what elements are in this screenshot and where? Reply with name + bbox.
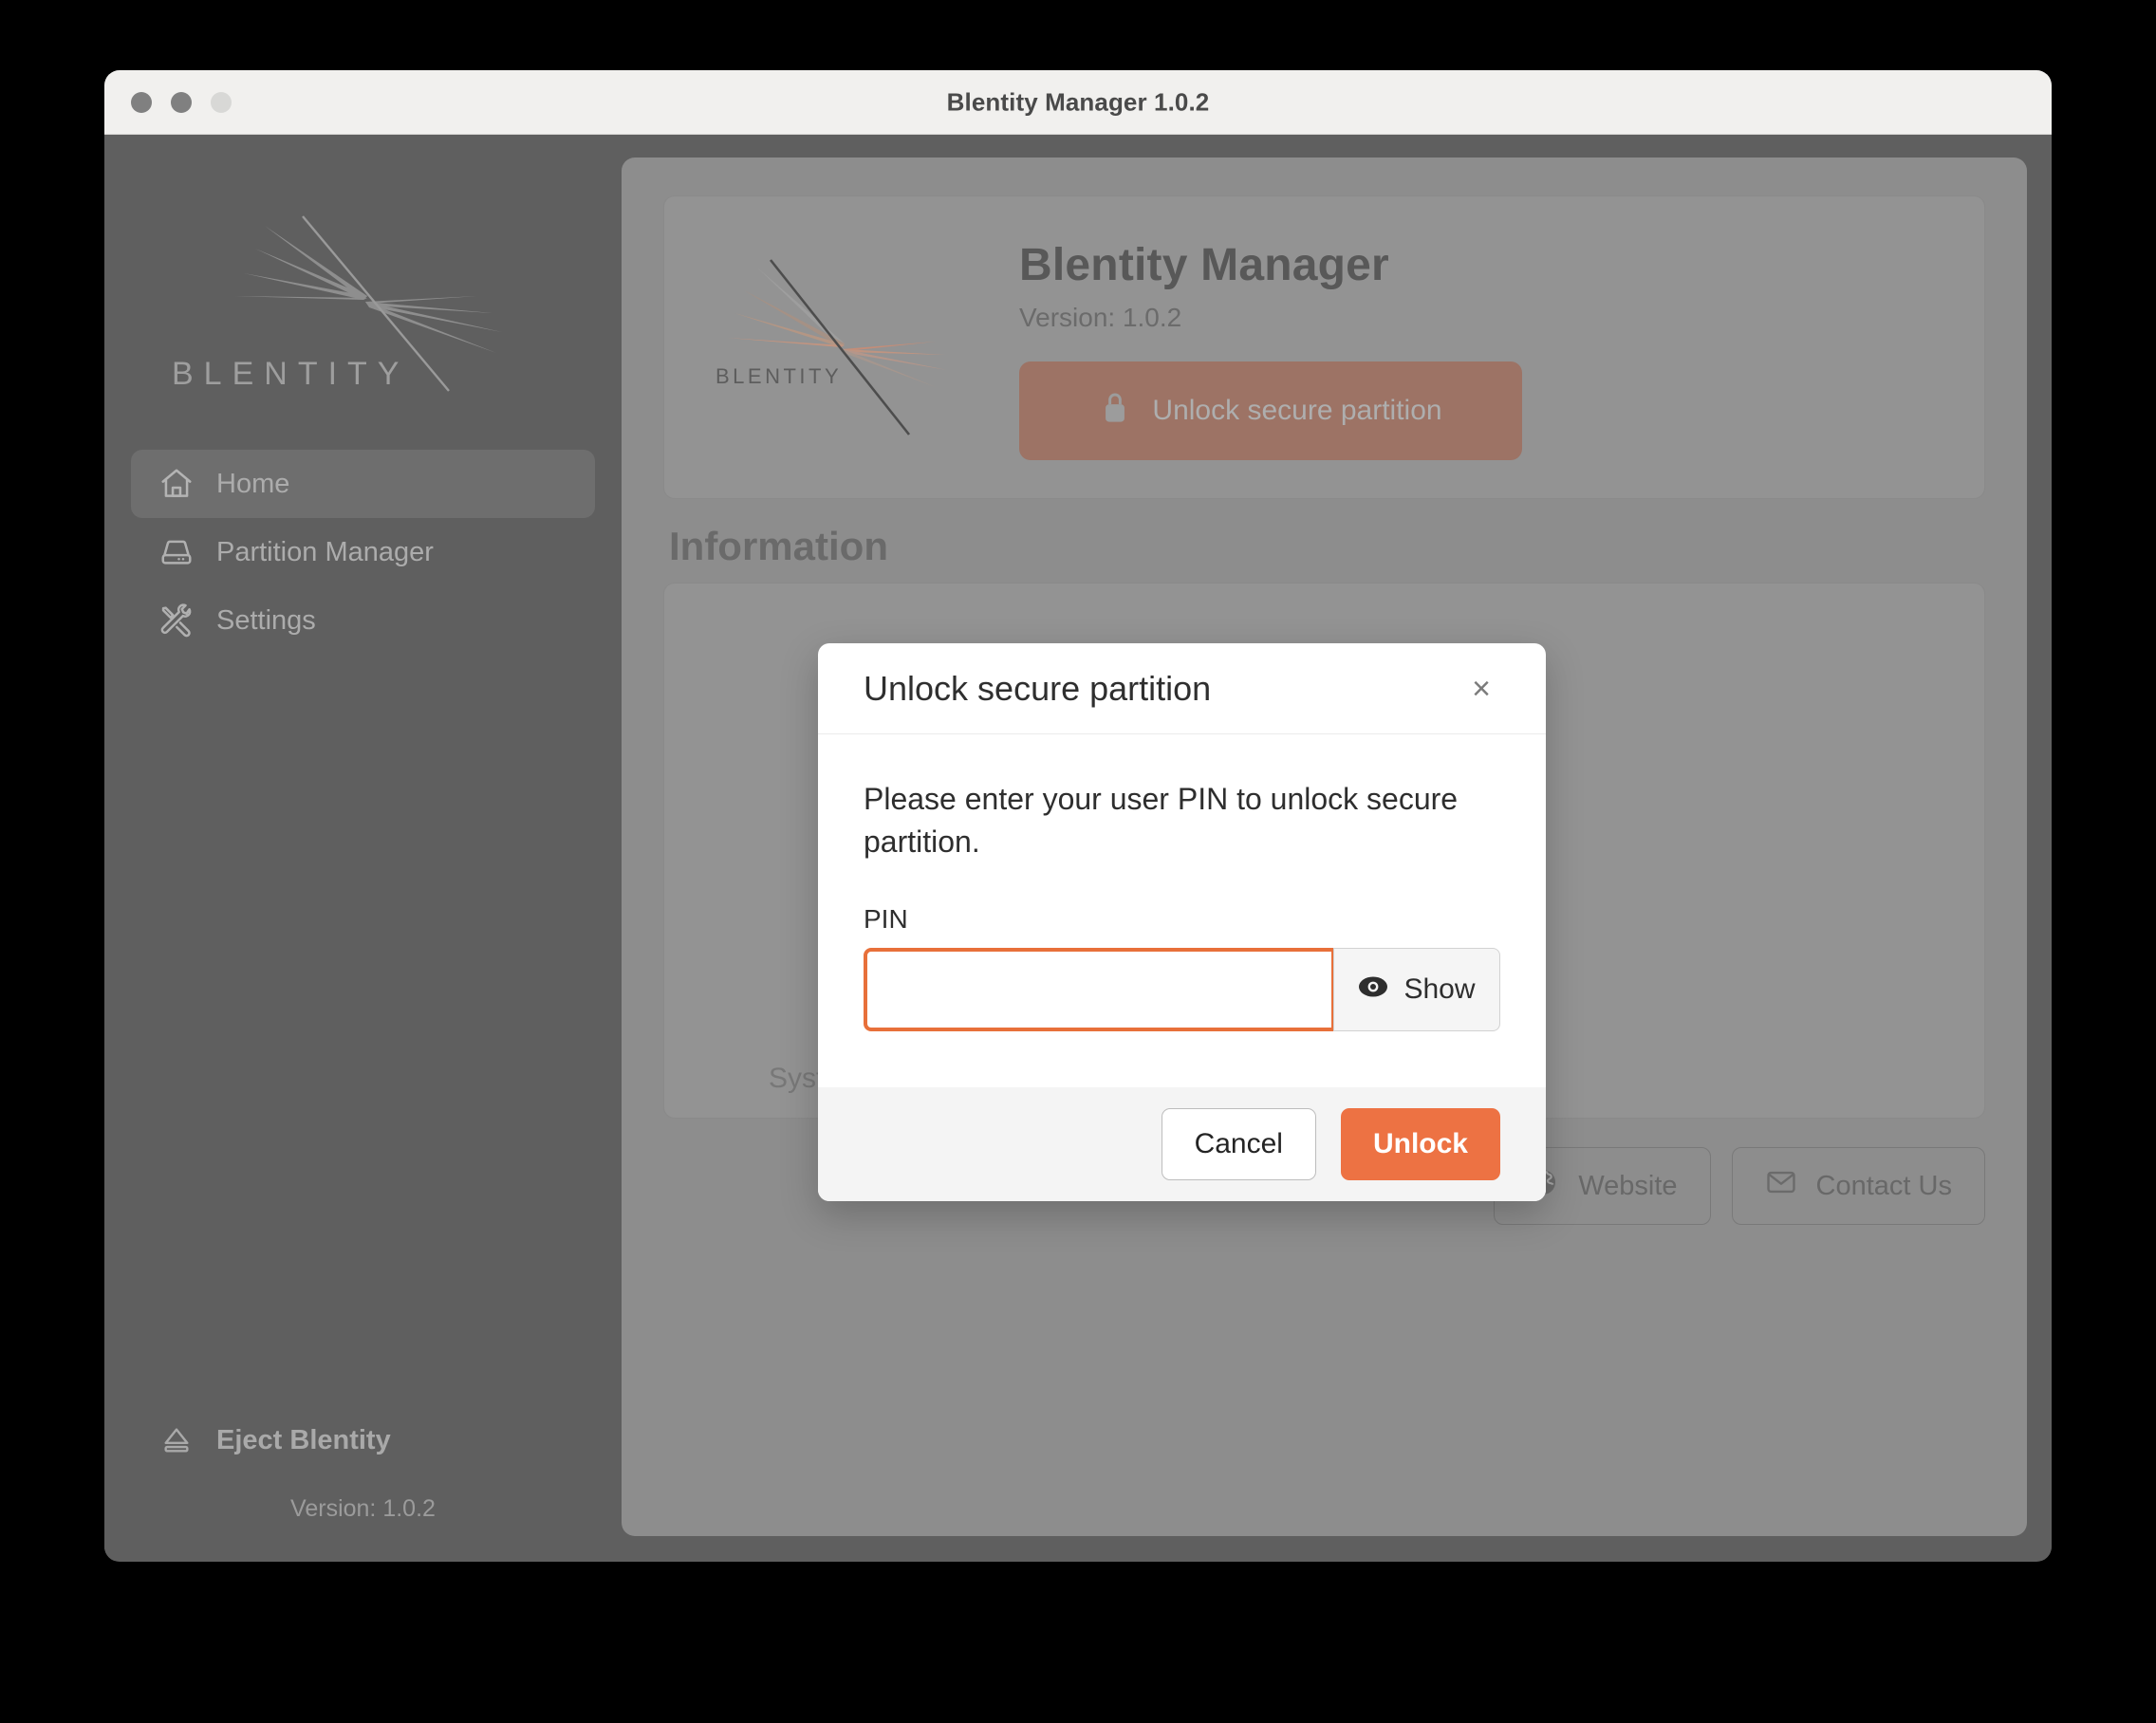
titlebar: Blentity Manager 1.0.2 <box>104 70 2052 135</box>
app-version: Version: 1.0.2 <box>1019 302 1182 332</box>
sidebar-bottom: Eject Blentity Version: 1.0.2 <box>104 1406 622 1561</box>
app-window: Blentity Manager 1.0.2 BLENTITY Home Par… <box>104 70 2052 1562</box>
cancel-button[interactable]: Cancel <box>1161 1108 1316 1180</box>
contact-us-button[interactable]: Contact Us <box>1731 1147 1985 1225</box>
contact-us-label: Contact Us <box>1815 1170 1952 1201</box>
sidebar-item-home[interactable]: Home <box>131 450 595 518</box>
dialog-message: Please enter your user PIN to unlock sec… <box>864 782 1459 860</box>
pin-field-group: Show <box>864 947 1500 1031</box>
app-logo-wordmark: BLENTITY <box>716 364 842 388</box>
app-header-card: BLENTITY Blentity Manager Version: 1.0.2 <box>663 195 1985 499</box>
sidebar-item-partition-manager[interactable]: Partition Manager <box>131 518 595 586</box>
sidebar-item-label: Partition Manager <box>216 536 434 567</box>
sidebar-item-settings[interactable]: Settings <box>131 586 595 655</box>
information-heading: Information <box>669 524 888 568</box>
unlock-button[interactable]: Unlock <box>1340 1108 1500 1180</box>
eject-blentity-button[interactable]: Eject Blentity <box>131 1406 595 1474</box>
sidebar-item-label: Home <box>216 468 290 499</box>
dialog-footer: Cancel Unlock <box>818 1087 1546 1201</box>
sidebar-logo: BLENTITY <box>164 180 563 408</box>
tools-icon <box>158 602 195 639</box>
home-icon <box>158 465 195 503</box>
dialog-title: Unlock secure partition <box>864 668 1212 708</box>
app-logo: BLENTITY <box>702 233 977 461</box>
eye-icon <box>1358 973 1388 1006</box>
unlock-secure-partition-dialog: Unlock secure partition × Please enter y… <box>818 643 1546 1201</box>
show-pin-label: Show <box>1403 973 1476 1005</box>
close-icon[interactable]: × <box>1460 668 1502 710</box>
unlock-secure-partition-button[interactable]: Unlock secure partition <box>1019 361 1522 460</box>
window-title: Blentity Manager 1.0.2 <box>946 87 1210 116</box>
hard-drive-icon <box>158 533 195 571</box>
pin-input[interactable] <box>864 947 1335 1031</box>
app-header-text: Blentity Manager Version: 1.0.2 Unlock s… <box>1019 235 1522 460</box>
eject-icon <box>158 1421 195 1459</box>
sidebar-logo-wordmark: BLENTITY <box>172 356 409 392</box>
sidebar-nav: Home Partition Manager Settings <box>104 450 622 655</box>
eject-label: Eject Blentity <box>216 1424 391 1455</box>
lock-icon <box>1099 389 1131 433</box>
sidebar: BLENTITY Home Partition Manager Settings… <box>104 135 622 1561</box>
sidebar-item-label: Settings <box>216 604 316 636</box>
app-name: Blentity Manager <box>1019 239 1389 290</box>
show-pin-button[interactable]: Show <box>1333 947 1500 1031</box>
envelope-icon <box>1765 1166 1797 1206</box>
website-label: Website <box>1578 1170 1678 1201</box>
unlock-secure-partition-label: Unlock secure partition <box>1152 394 1442 426</box>
pin-field-label: PIN <box>864 903 908 934</box>
dialog-header: Unlock secure partition × <box>818 643 1546 734</box>
sidebar-version: Version: 1.0.2 <box>290 1495 436 1522</box>
dialog-body: Please enter your user PIN to unlock sec… <box>818 734 1546 1087</box>
